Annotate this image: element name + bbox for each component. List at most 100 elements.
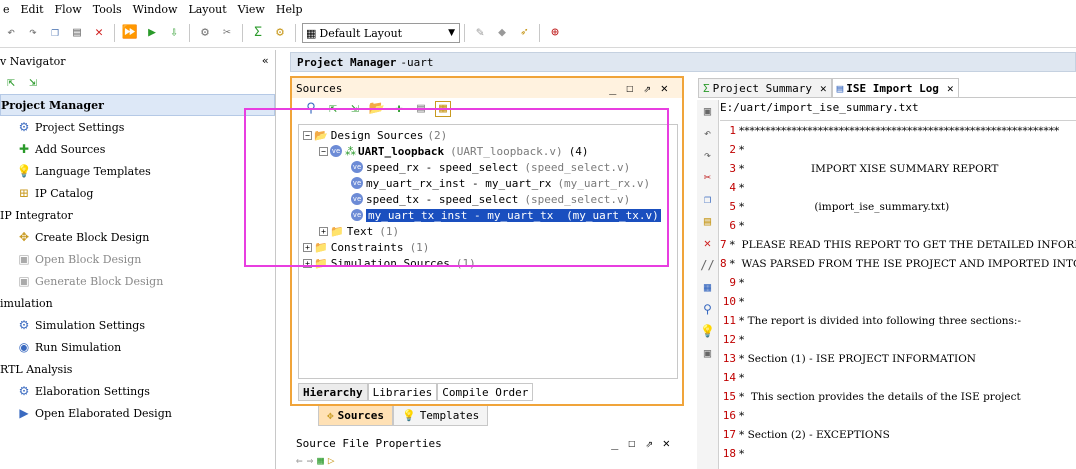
expand-node-icon[interactable]: + — [319, 226, 328, 236]
nav-section-project-manager[interactable]: Project Manager — [0, 94, 275, 116]
delete-icon[interactable]: ✕ — [697, 232, 718, 254]
tree-node-my-uart-tx-inst[interactable]: ve my_uart_tx_inst - my_uart_tx (my_uart… — [299, 207, 677, 223]
copy-icon[interactable]: ❐ — [47, 25, 63, 41]
menu-file[interactable]: e — [3, 3, 10, 16]
delete-icon[interactable]: ✕ — [91, 25, 107, 41]
help-icon[interactable]: ⊕ — [547, 25, 563, 41]
expand-all-icon[interactable]: ⇲ — [25, 75, 41, 91]
minimize-icon[interactable]: _ — [609, 81, 616, 95]
close-tab-icon[interactable]: ✕ — [947, 82, 954, 95]
nav-item-project-settings[interactable]: ⚙ Project Settings — [0, 116, 275, 138]
run-icon[interactable]: ▷ — [328, 454, 335, 467]
add-sources-icon[interactable]: ✚ — [391, 101, 407, 117]
tab-ise-import-log[interactable]: ▤ ISE Import Log ✕ — [831, 78, 959, 98]
collapse-icon[interactable]: « — [262, 54, 269, 67]
tree-node-top-module[interactable]: − ve ⁂ UART_loopback (UART_loopback.v) (… — [299, 143, 677, 159]
tab-project-summary[interactable]: Σ Project Summary ✕ — [698, 78, 832, 98]
nav-item-generate-block-design[interactable]: ▣ Generate Block Design — [0, 270, 275, 292]
properties-icon[interactable]: ▦ — [435, 101, 451, 117]
tree-node-speed-rx[interactable]: ve speed_rx - speed_select (speed_select… — [299, 159, 677, 175]
tree-node-design-sources[interactable]: − 📂 Design Sources (2) — [299, 127, 677, 143]
collapse-node-icon[interactable]: − — [319, 146, 328, 156]
comment-icon[interactable]: // — [697, 254, 718, 276]
forward-icon[interactable]: ⇒ — [307, 454, 314, 467]
expand-all-icon[interactable]: ⇲ — [347, 101, 363, 117]
back-icon[interactable]: ⇐ — [296, 454, 303, 467]
properties-icon[interactable]: ▦ — [317, 454, 324, 467]
copy-icon[interactable]: ❐ — [697, 188, 718, 210]
nav-item-add-sources[interactable]: ✚ Add Sources — [0, 138, 275, 160]
sigma-icon[interactable]: Σ — [250, 25, 266, 41]
menu-window[interactable]: Window — [133, 3, 178, 16]
nav-item-create-block-design[interactable]: ✥ Create Block Design — [0, 226, 275, 248]
tree-node-simulation-sources[interactable]: + 📁 Simulation Sources (1) — [299, 255, 677, 271]
step-icon[interactable]: ⇩ — [166, 25, 182, 41]
nav-item-open-elaborated-design[interactable]: ▶ Open Elaborated Design — [0, 402, 275, 424]
nav-item-language-templates[interactable]: 💡 Language Templates — [0, 160, 275, 182]
open-folder-icon[interactable]: 📂 — [369, 101, 385, 117]
tools-icon[interactable]: ✂ — [219, 25, 235, 41]
menu-flow[interactable]: Flow — [55, 3, 82, 16]
float-icon[interactable]: ⇗ — [646, 436, 653, 450]
tab-compile-order[interactable]: Compile Order — [437, 383, 534, 401]
close-icon[interactable]: ✕ — [661, 81, 668, 95]
report-text[interactable]: 1 ***************************************… — [720, 120, 1076, 469]
settings-icon[interactable]: ⚙ — [197, 25, 213, 41]
nav-item-run-simulation[interactable]: ◉ Run Simulation — [0, 336, 275, 358]
maximize-icon[interactable]: ☐ — [626, 81, 633, 95]
menu-help[interactable]: Help — [276, 3, 303, 16]
nav-section-ip-integrator[interactable]: IP Integrator — [0, 204, 275, 226]
undo-icon[interactable]: ↶ — [697, 122, 718, 144]
menu-view[interactable]: View — [238, 3, 265, 16]
tree-node-text[interactable]: + 📁 Text (1) — [299, 223, 677, 239]
menu-layout[interactable]: Layout — [188, 3, 226, 16]
expand-node-icon[interactable]: + — [303, 258, 312, 268]
lightbulb-icon[interactable]: 💡 — [697, 320, 718, 342]
tab-libraries[interactable]: Libraries — [367, 383, 438, 401]
expand-node-icon[interactable]: + — [303, 242, 312, 252]
source-file-properties-titlebar: Source File Properties _ ☐ ⇗ ✕ — [290, 434, 684, 452]
nav-section-simulation[interactable]: imulation — [0, 292, 275, 314]
menu-tools[interactable]: Tools — [93, 3, 122, 16]
paste-icon[interactable]: ▤ — [69, 25, 85, 41]
paste-icon[interactable]: ▤ — [697, 210, 718, 232]
gear-icon[interactable]: ⚙ — [272, 25, 288, 41]
tree-node-speed-tx[interactable]: ve speed_tx - speed_select (speed_select… — [299, 191, 677, 207]
menu-edit[interactable]: Edit — [21, 3, 44, 16]
find-icon[interactable]: ⚲ — [697, 298, 718, 320]
nav-item-elaboration-settings[interactable]: ⚙ Elaboration Settings — [0, 380, 275, 402]
tab-templates[interactable]: 💡 Templates — [392, 406, 489, 426]
search-icon[interactable]: ⚲ — [303, 101, 319, 117]
diamond-icon[interactable]: ◆ — [494, 25, 510, 41]
nav-item-ip-catalog[interactable]: ⊞ IP Catalog — [0, 182, 275, 204]
redo-icon[interactable]: ↷ — [25, 25, 41, 41]
pin-icon[interactable]: ✎ — [472, 25, 488, 41]
tree-node-my-uart-rx-inst[interactable]: ve my_uart_rx_inst - my_uart_rx (my_uart… — [299, 175, 677, 191]
redo-icon[interactable]: ↷ — [697, 144, 718, 166]
document-icon[interactable]: ▤ — [413, 101, 429, 117]
collapse-node-icon[interactable]: − — [303, 130, 312, 140]
tree-node-constraints[interactable]: + 📁 Constraints (1) — [299, 239, 677, 255]
run-icon[interactable]: ▶ — [144, 25, 160, 41]
collapse-all-icon[interactable]: ⇱ — [325, 101, 341, 117]
close-icon[interactable]: ✕ — [663, 436, 670, 450]
lock-icon[interactable]: ▣ — [697, 342, 718, 364]
minimize-icon[interactable]: _ — [611, 436, 618, 450]
nav-item-simulation-settings[interactable]: ⚙ Simulation Settings — [0, 314, 275, 336]
cursor-icon[interactable]: ➶ — [516, 25, 532, 41]
line-number: 2 — [729, 143, 736, 156]
collapse-all-icon[interactable]: ⇱ — [3, 75, 19, 91]
cut-icon[interactable]: ✂ — [697, 166, 718, 188]
run-all-icon[interactable]: ⏩ — [122, 25, 138, 41]
tab-sources[interactable]: ✥ Sources — [318, 406, 393, 426]
save-icon[interactable]: ▣ — [697, 100, 718, 122]
tab-hierarchy[interactable]: Hierarchy — [298, 383, 368, 401]
close-tab-icon[interactable]: ✕ — [820, 82, 827, 95]
layout-select[interactable]: ▦ Default Layout ▼ — [302, 23, 460, 43]
float-icon[interactable]: ⇗ — [644, 81, 651, 95]
undo-icon[interactable]: ↶ — [3, 25, 19, 41]
maximize-icon[interactable]: ☐ — [628, 436, 635, 450]
block-select-icon[interactable]: ▦ — [697, 276, 718, 298]
nav-item-open-block-design[interactable]: ▣ Open Block Design — [0, 248, 275, 270]
nav-section-rtl-analysis[interactable]: RTL Analysis — [0, 358, 275, 380]
